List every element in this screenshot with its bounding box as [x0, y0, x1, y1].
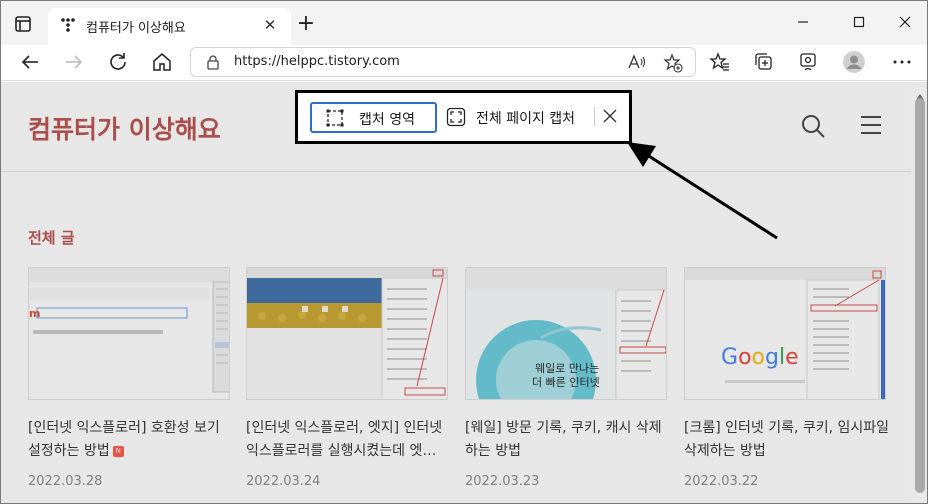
post-date: 2022.03.28	[28, 474, 103, 489]
home-icon[interactable]	[150, 50, 174, 74]
tab-close-icon[interactable]: ✕	[262, 17, 278, 33]
profile-avatar-icon[interactable]	[842, 50, 866, 74]
vertical-scrollbar[interactable]	[911, 82, 927, 503]
header-divider	[1, 171, 911, 172]
capture-area-icon	[326, 109, 344, 127]
more-ellipsis-icon[interactable]	[890, 50, 914, 74]
new-tab-button[interactable]: +	[294, 13, 318, 37]
capture-full-page-icon	[446, 107, 466, 127]
post-thumbnail[interactable]: 웨일로 만나는 더 빠른 인터넷	[465, 267, 667, 400]
svg-text:m: m	[29, 307, 40, 320]
tistory-favicon-icon	[60, 17, 76, 33]
section-title: 전체 글	[28, 229, 75, 247]
page-viewport: 컴퓨터가 이상해요 전체 글 m [인터넷 익스플로러] 호환성 보기 설정하는…	[1, 82, 911, 503]
tab-strip: 컴퓨터가 이상해요 ✕ +	[1, 1, 927, 45]
site-title[interactable]: 컴퓨터가 이상해요	[28, 110, 221, 146]
new-badge: N	[112, 445, 124, 457]
search-icon[interactable]	[800, 113, 826, 139]
url-text[interactable]: https://helppc.tistory.com	[234, 54, 400, 69]
capture-area-label: 캡처 영역	[359, 112, 415, 128]
active-tab[interactable]: 컴퓨터가 이상해요 ✕	[48, 8, 291, 45]
minimize-button[interactable]	[791, 11, 815, 33]
lock-icon[interactable]	[205, 54, 221, 70]
hamburger-menu-icon[interactable]	[859, 115, 883, 135]
thumbnail-text-line1: 웨일로 만나는	[535, 361, 599, 375]
address-bar[interactable]: https://helppc.tistory.com	[190, 47, 696, 77]
post-title[interactable]: [인터넷 익스플로러] 호환성 보기 설정하는 방법 N	[28, 417, 234, 463]
post-date: 2022.03.23	[465, 474, 540, 489]
browser-toolbar: https://helppc.tistory.com	[1, 45, 927, 81]
post-thumbnail[interactable]	[246, 267, 448, 400]
capture-toolbar-divider	[594, 107, 595, 127]
google-logo: Google	[721, 345, 799, 370]
web-capture-icon[interactable]	[796, 50, 820, 74]
read-aloud-icon[interactable]	[627, 53, 647, 71]
post-thumbnail[interactable]: m	[28, 267, 230, 400]
capture-close-icon[interactable]	[601, 107, 619, 125]
post-date: 2022.03.24	[246, 474, 321, 489]
capture-full-page-button[interactable]: 전체 페이지 캡처	[444, 102, 590, 133]
back-arrow-icon[interactable]	[18, 50, 42, 74]
thumbnail-text-line2: 더 빠른 인터넷	[532, 376, 600, 389]
post-date: 2022.03.22	[684, 474, 759, 489]
tab-title: 컴퓨터가 이상해요	[86, 21, 186, 36]
forward-arrow-icon[interactable]	[62, 50, 86, 74]
favorites-icon[interactable]	[708, 50, 732, 74]
maximize-button[interactable]	[847, 11, 871, 33]
browser-window: 컴퓨터가 이상해요 ✕ + https://helppc.tistory.com…	[0, 0, 928, 504]
post-title[interactable]: [크롬] 인터넷 기록, 쿠키, 임시파일 삭제하는 방법	[684, 417, 890, 463]
tab-actions-icon[interactable]	[13, 14, 33, 34]
refresh-icon[interactable]	[106, 50, 130, 74]
window-close-button[interactable]	[893, 11, 917, 33]
scrollbar-thumb[interactable]	[915, 98, 925, 493]
post-title[interactable]: [인터넷 익스플로러, 엣지] 인터넷 익스플로러를 실행시켰는데 엣…	[246, 417, 452, 463]
collections-icon[interactable]	[752, 50, 776, 74]
capture-area-button[interactable]: 캡처 영역	[310, 102, 437, 133]
post-thumbnail[interactable]: Google	[684, 267, 886, 400]
capture-full-page-label: 전체 페이지 캡처	[476, 111, 576, 127]
add-favorite-star-plus-icon[interactable]	[663, 53, 683, 73]
web-capture-toolbar: 캡처 영역 전체 페이지 캡처	[295, 90, 632, 144]
post-title[interactable]: [웨일] 방문 기록, 쿠키, 캐시 삭제하는 방법	[465, 417, 671, 463]
scroll-up-icon[interactable]	[915, 86, 925, 100]
